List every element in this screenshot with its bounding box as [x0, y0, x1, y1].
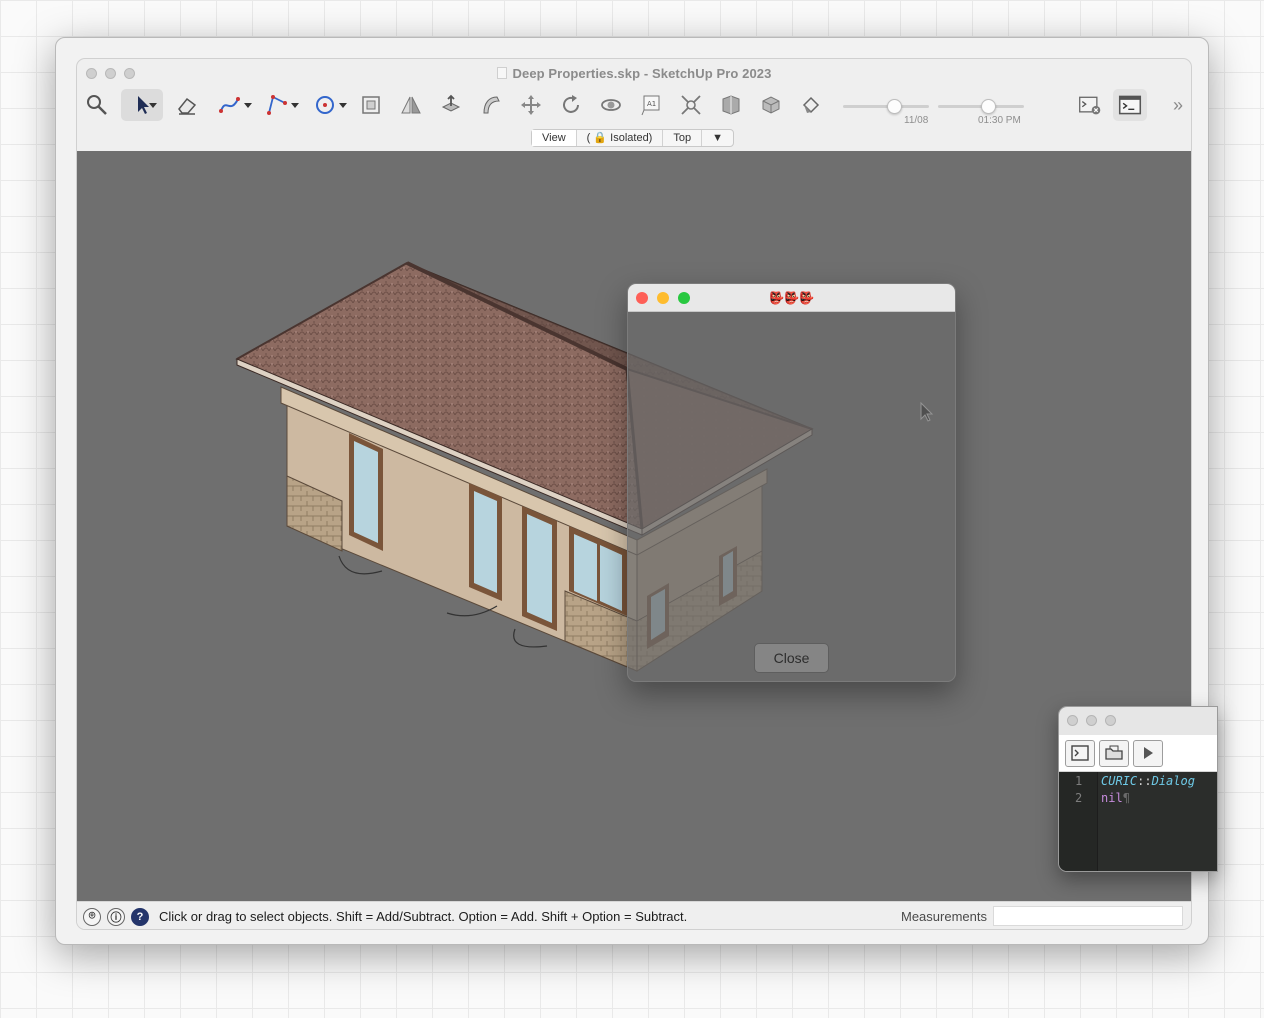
component-icon[interactable] [755, 89, 787, 121]
zoom-window-button[interactable] [124, 68, 135, 79]
line-icon[interactable] [261, 89, 299, 121]
orbit-icon[interactable] [595, 89, 627, 121]
tab-view[interactable]: View [532, 130, 577, 146]
console-minimize-control[interactable] [1086, 715, 1097, 726]
terminal-icon[interactable] [1113, 89, 1147, 121]
credits-icon[interactable]: ⓘ [107, 907, 125, 926]
toolbar-overflow-icon[interactable]: » [1173, 95, 1183, 116]
console-title-bar [1059, 707, 1217, 735]
dialog-minimize-control[interactable] [657, 292, 669, 304]
section-icon[interactable] [715, 89, 747, 121]
window-controls [86, 68, 135, 79]
tab-top[interactable]: Top [663, 130, 703, 146]
console-toolbar [1059, 735, 1217, 772]
console-prompt-icon[interactable] [1065, 739, 1095, 767]
circle-icon[interactable] [309, 89, 347, 121]
open-file-icon[interactable] [1099, 739, 1129, 767]
window [469, 483, 502, 601]
window-title: Deep Properties.skp - SketchUp Pro 2023 [496, 66, 772, 81]
ruby-console-window: 1 CURIC::Dialog 2 nil¶ [1058, 706, 1218, 872]
search-icon[interactable] [81, 89, 113, 121]
geo-location-icon[interactable]: ⌾ [83, 907, 101, 926]
tab-isolated[interactable]: ( 🔒 Isolated) [577, 130, 664, 146]
shadow-time-knob[interactable] [981, 99, 996, 114]
dialog-body: Close [628, 312, 955, 681]
dialog-window-controls [636, 292, 690, 304]
freehand-icon[interactable] [214, 89, 252, 121]
console-window-controls [1067, 715, 1116, 726]
status-bar: ⌾ ⓘ ? Click or drag to select objects. S… [77, 901, 1191, 929]
follow-me-icon[interactable] [475, 89, 507, 121]
push-pull-icon[interactable] [435, 89, 467, 121]
ruby-console-icon[interactable] [1073, 89, 1107, 121]
measurements-input[interactable] [993, 906, 1183, 926]
dialog-title: 👺👺👺 [769, 290, 814, 305]
dialog-close-control[interactable] [636, 292, 648, 304]
lock-icon: 🔒 [593, 132, 608, 144]
flip-icon[interactable] [395, 89, 427, 121]
close-button[interactable]: Close [754, 643, 829, 673]
move-icon[interactable] [515, 89, 547, 121]
scene-dropdown[interactable]: ▼ [702, 130, 733, 146]
measurements-label: Measurements [901, 909, 987, 924]
paint-icon[interactable] [795, 89, 827, 121]
document-icon [496, 66, 507, 79]
shadow-time-slider[interactable]: 01:30 PM [938, 99, 1024, 126]
close-window-button[interactable] [86, 68, 97, 79]
dialog-zoom-control[interactable] [678, 292, 690, 304]
shadow-date-slider[interactable]: 11/08 [843, 99, 929, 126]
html-dialog: 👺👺👺 Close [627, 283, 956, 682]
console-zoom-control[interactable] [1105, 715, 1116, 726]
text-icon[interactable]: A1 [635, 89, 667, 121]
console-close-control[interactable] [1067, 715, 1078, 726]
select-icon[interactable] [121, 89, 163, 121]
status-message: Click or drag to select objects. Shift =… [159, 909, 688, 924]
window [522, 506, 557, 631]
eraser-icon[interactable] [171, 89, 203, 121]
scene-tabs: View ( 🔒 Isolated) Top ▼ [531, 129, 734, 147]
console-editor[interactable]: 1 CURIC::Dialog 2 nil¶ [1059, 772, 1217, 871]
run-icon[interactable] [1133, 739, 1163, 767]
minimize-window-button[interactable] [105, 68, 116, 79]
rotate-icon[interactable] [555, 89, 587, 121]
main-toolbar: A1 11/08 01:30 PM » [77, 87, 1191, 126]
svg-text:A1: A1 [647, 100, 656, 108]
dialog-title-bar: 👺👺👺 [628, 284, 955, 312]
help-icon[interactable]: ? [131, 907, 149, 926]
window [349, 433, 383, 551]
zoom-extents-icon[interactable] [675, 89, 707, 121]
scene-tabs-bar: View ( 🔒 Isolated) Top ▼ [77, 125, 1191, 151]
scale-icon[interactable] [355, 89, 387, 121]
shadow-date-knob[interactable] [887, 99, 902, 114]
title-bar: Deep Properties.skp - SketchUp Pro 2023 [77, 59, 1191, 87]
